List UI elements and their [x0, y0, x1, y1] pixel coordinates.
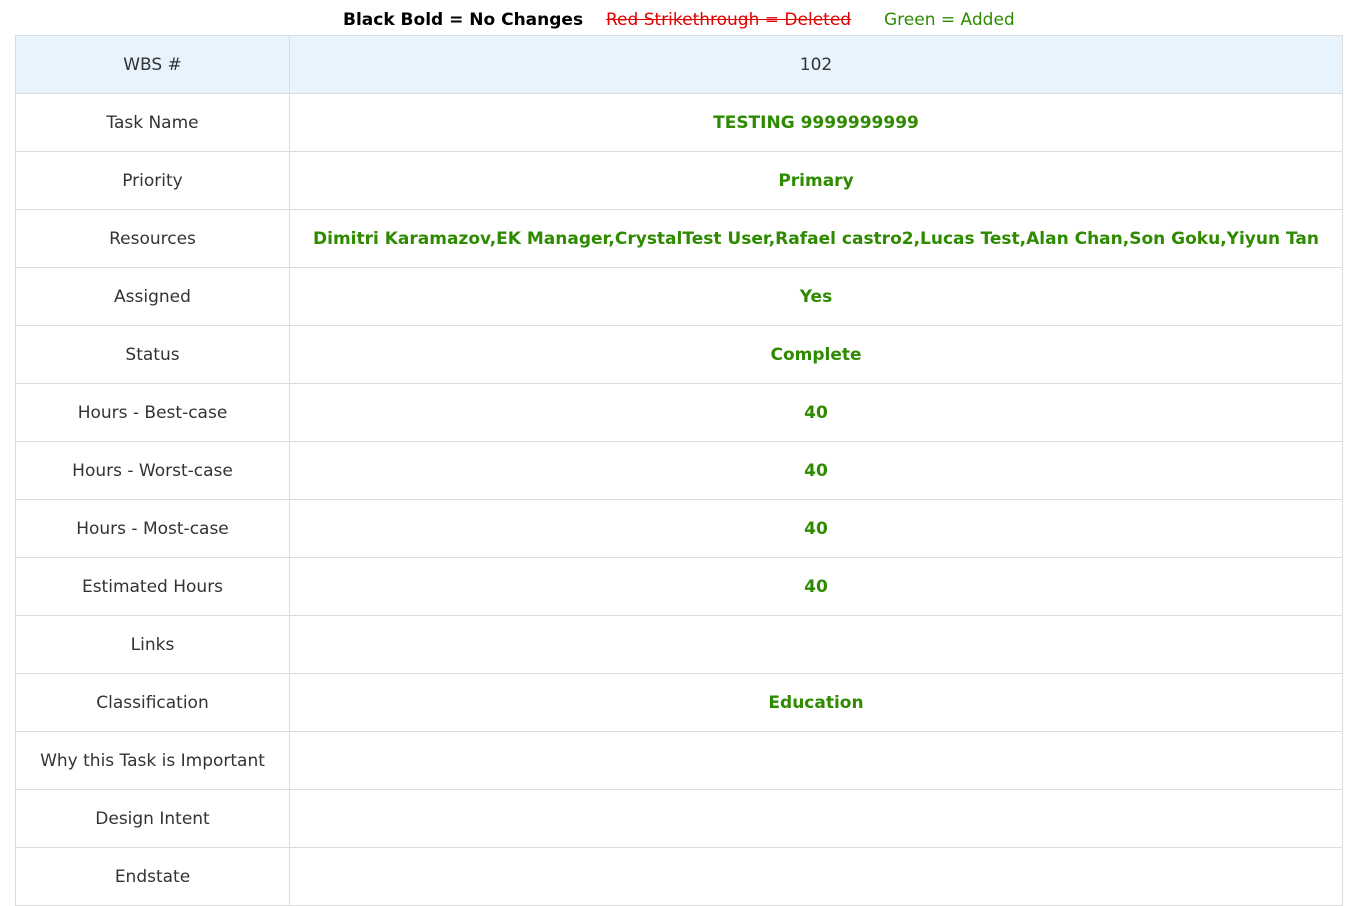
row-value: Complete	[770, 344, 862, 365]
row-value: 40	[804, 576, 828, 597]
row-label: WBS #	[16, 36, 290, 93]
row-label: Hours - Worst-case	[16, 442, 290, 499]
row-priority: Priority Primary	[16, 152, 1342, 210]
row-resources: Resources Dimitri Karamazov,EK Manager,C…	[16, 210, 1342, 268]
row-label: Hours - Best-case	[16, 384, 290, 441]
row-why-important: Why this Task is Important	[16, 732, 1342, 790]
row-label: Priority	[16, 152, 290, 209]
row-value	[290, 790, 1342, 847]
row-estimated-hours: Estimated Hours 40	[16, 558, 1342, 616]
row-hours-most-case: Hours - Most-case 40	[16, 500, 1342, 558]
row-hours-worst-case: Hours - Worst-case 40	[16, 442, 1342, 500]
change-legend: Black Bold = No Changes Red Strikethroug…	[0, 0, 1360, 36]
task-details-table: WBS # 102 Task Name TESTING 9999999999 P…	[15, 35, 1343, 906]
row-hours-best-case: Hours - Best-case 40	[16, 384, 1342, 442]
row-label: Assigned	[16, 268, 290, 325]
row-design-intent: Design Intent	[16, 790, 1342, 848]
row-value	[290, 616, 1342, 673]
row-value	[290, 848, 1342, 905]
row-label: Links	[16, 616, 290, 673]
row-value: Education	[768, 692, 864, 713]
row-label: Hours - Most-case	[16, 500, 290, 557]
row-endstate: Endstate	[16, 848, 1342, 906]
row-classification: Classification Education	[16, 674, 1342, 732]
legend-deleted: Red Strikethrough = Deleted	[606, 10, 852, 30]
row-task-name: Task Name TESTING 9999999999	[16, 94, 1342, 152]
row-wbs: WBS # 102	[16, 36, 1342, 94]
row-value: 102	[799, 54, 833, 75]
row-status: Status Complete	[16, 326, 1342, 384]
row-label: Why this Task is Important	[16, 732, 290, 789]
legend-no-changes: Black Bold = No Changes	[343, 10, 584, 30]
row-label: Design Intent	[16, 790, 290, 847]
row-value	[290, 732, 1342, 789]
row-value: Dimitri Karamazov,EK Manager,CrystalTest…	[313, 228, 1319, 249]
row-assigned: Assigned Yes	[16, 268, 1342, 326]
row-value: Yes	[799, 286, 833, 307]
row-value: Primary	[778, 170, 854, 191]
row-value: 40	[804, 402, 828, 423]
row-value: 40	[804, 518, 828, 539]
row-links: Links	[16, 616, 1342, 674]
row-label: Endstate	[16, 848, 290, 905]
row-label: Task Name	[16, 94, 290, 151]
row-label: Estimated Hours	[16, 558, 290, 615]
row-value: TESTING 9999999999	[713, 112, 919, 133]
row-label: Resources	[16, 210, 290, 267]
row-value: 40	[804, 460, 828, 481]
legend-added: Green = Added	[884, 10, 1015, 30]
row-label: Classification	[16, 674, 290, 731]
row-label: Status	[16, 326, 290, 383]
